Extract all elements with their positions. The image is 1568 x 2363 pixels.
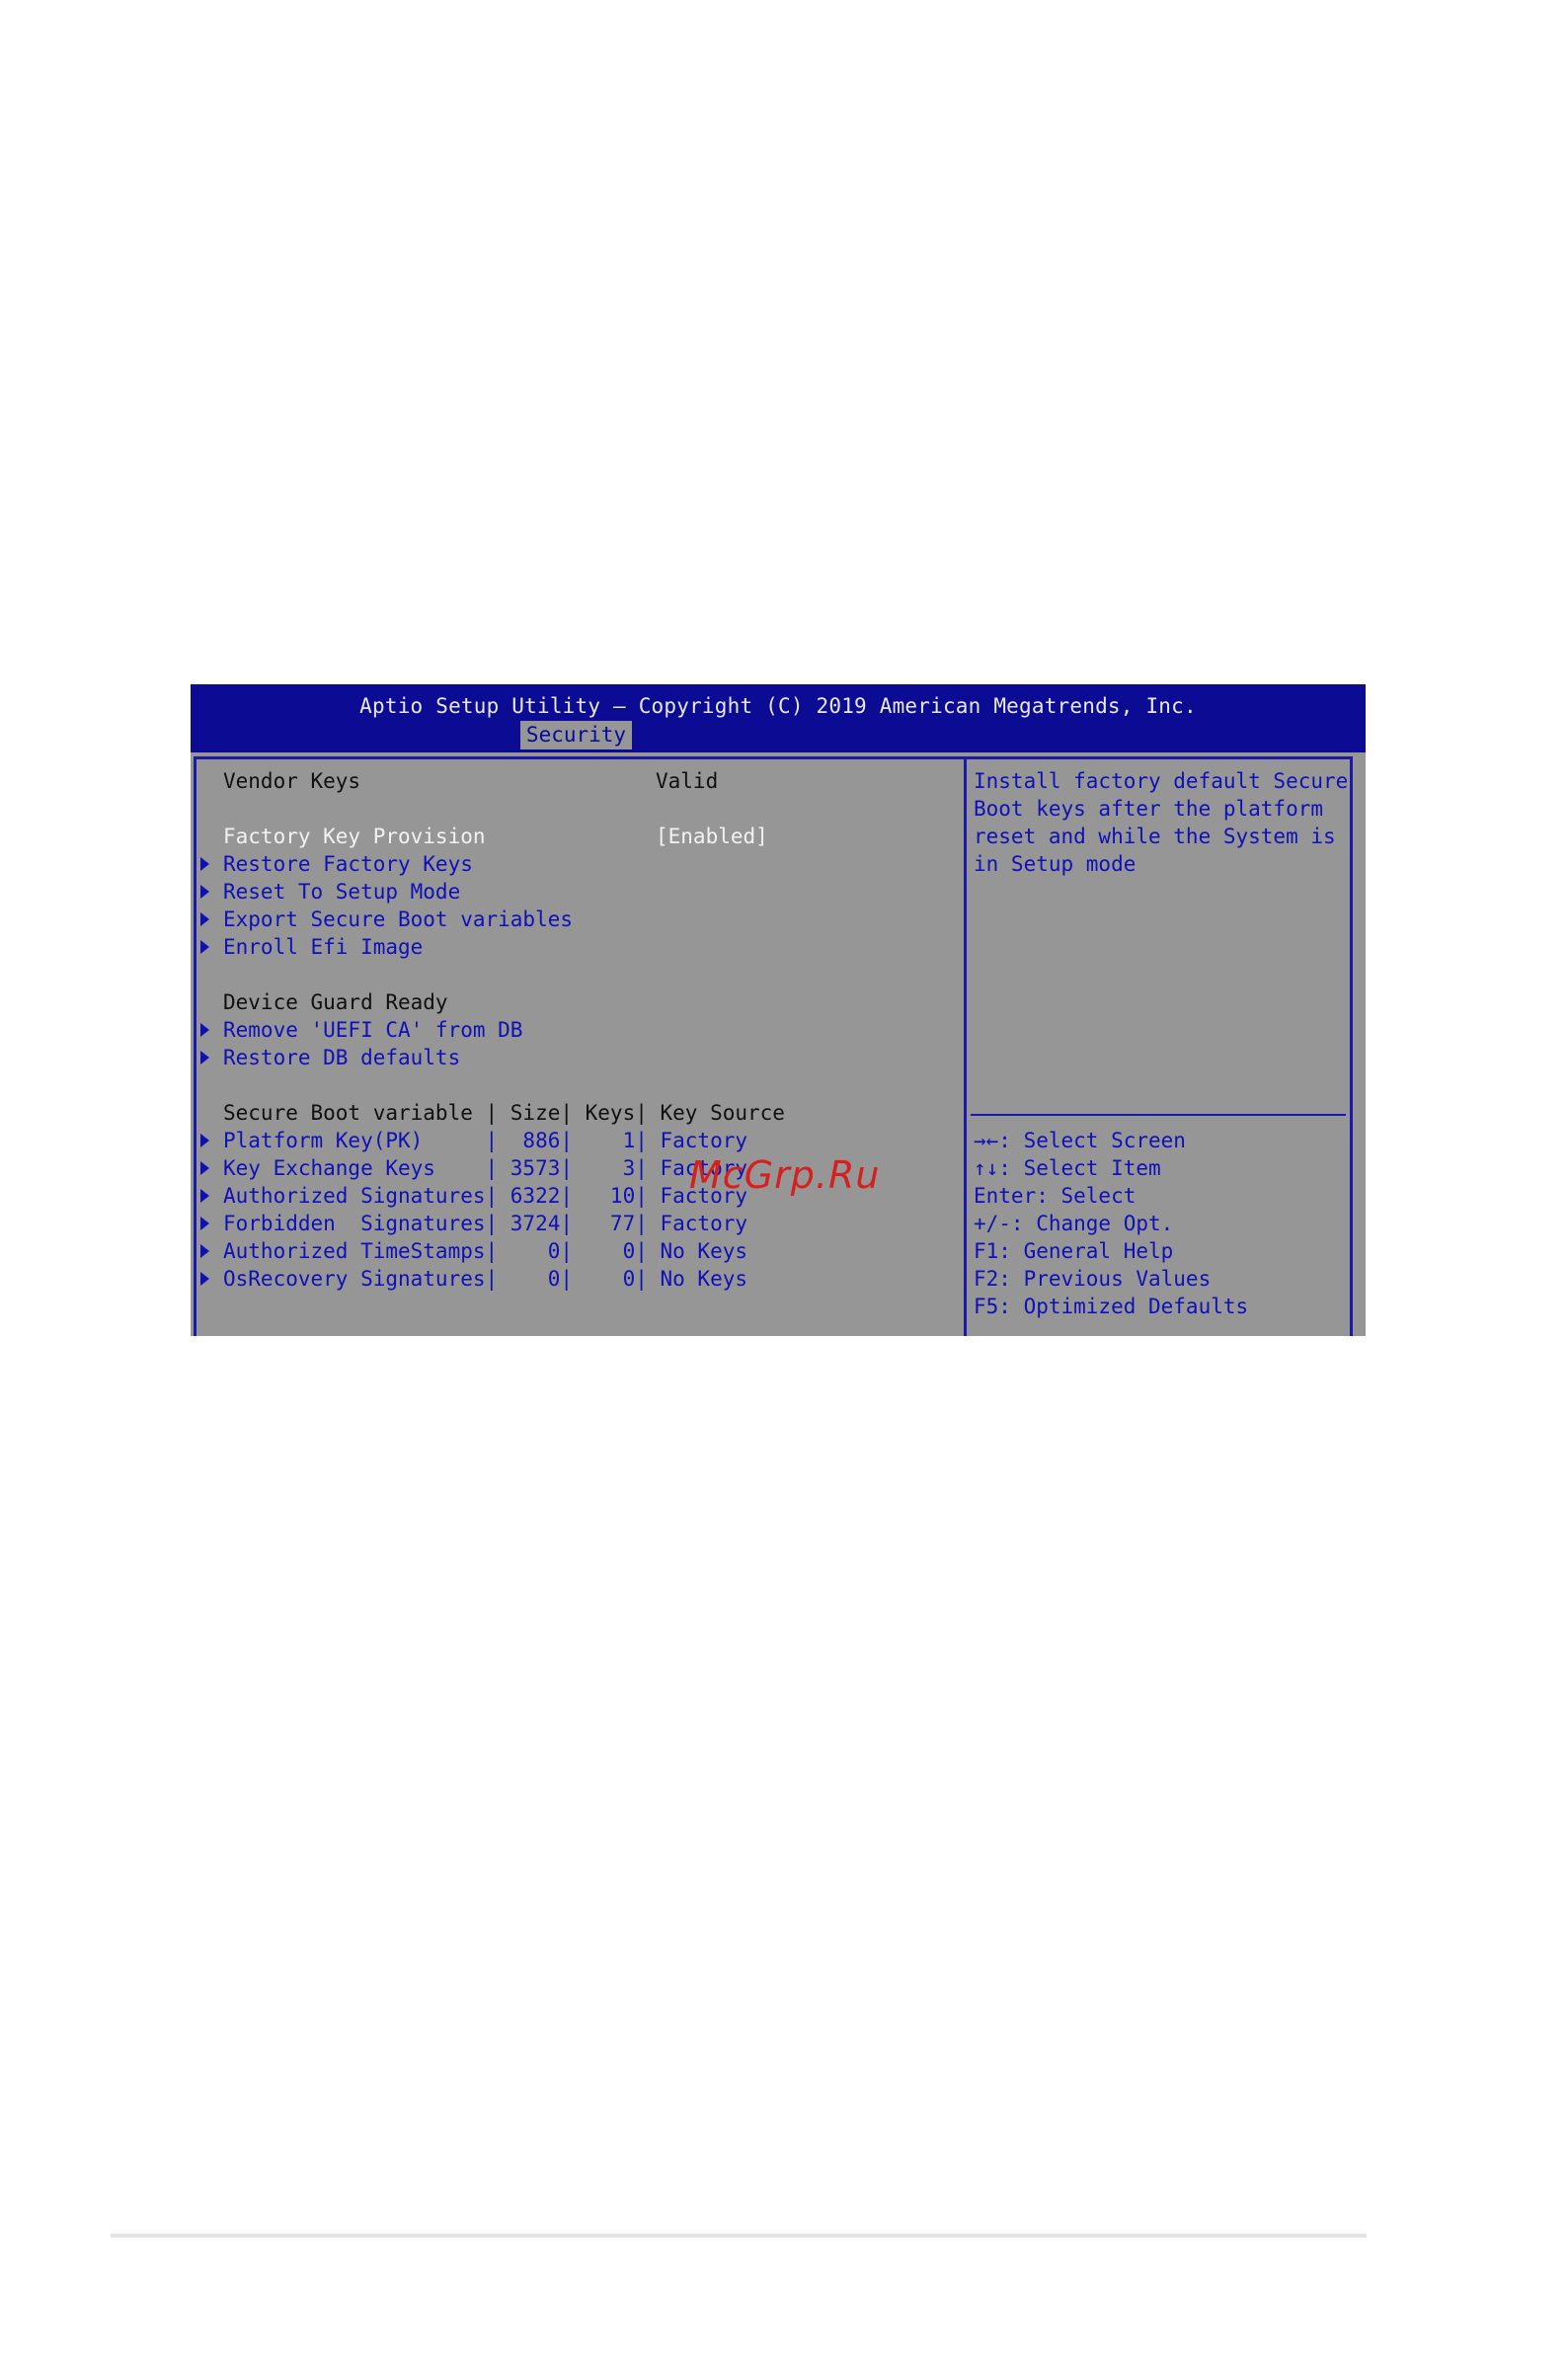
- restore-factory-keys-item[interactable]: Restore Factory Keys: [223, 850, 473, 878]
- frame-left-border: [194, 756, 196, 1336]
- submenu-arrow-icon: [200, 1051, 209, 1064]
- submenu-arrow-icon: [200, 1134, 209, 1147]
- watermark-logo: McGrp.Ru: [689, 1153, 881, 1197]
- help-description-line: Boot keys after the platform: [974, 797, 1324, 821]
- tab-security[interactable]: Security: [520, 721, 632, 749]
- submenu-arrow-icon: [200, 1272, 209, 1286]
- key-help-previous-values: F2: Previous Values: [974, 1267, 1212, 1291]
- help-description-line: in Setup mode: [974, 852, 1137, 876]
- key-help-select-item: ↑↓: Select Item: [974, 1156, 1161, 1180]
- key-help-select-screen: →←: Select Screen: [974, 1129, 1186, 1152]
- key-help-enter: Enter: Select: [974, 1184, 1137, 1208]
- submenu-arrow-icon: [200, 1189, 209, 1203]
- export-secure-boot-variables-item[interactable]: Export Secure Boot variables: [223, 906, 573, 933]
- secure-boot-table-header: Secure Boot variable | Size| Keys| Key S…: [223, 1101, 785, 1125]
- key-help-change-opt: +/-: Change Opt.: [974, 1212, 1174, 1235]
- reset-to-setup-mode-item[interactable]: Reset To Setup Mode: [223, 878, 460, 906]
- frame-right-border: [1350, 756, 1353, 1336]
- submenu-arrow-icon: [200, 1161, 209, 1175]
- table-row-forbidden-signatures[interactable]: Forbidden Signatures| 3724| 77| Factory: [223, 1210, 747, 1237]
- table-row-osrecovery-signatures[interactable]: OsRecovery Signatures| 0| 0| No Keys: [223, 1265, 747, 1293]
- frame-divider: [964, 756, 967, 1336]
- footer-divider: [111, 2234, 1367, 2238]
- vendor-keys-label: Vendor Keys: [223, 769, 361, 793]
- submenu-arrow-icon: [200, 1023, 209, 1037]
- restore-db-defaults-item[interactable]: Restore DB defaults: [223, 1044, 460, 1071]
- submenu-arrow-icon: [200, 857, 209, 871]
- submenu-arrow-icon: [200, 885, 209, 899]
- table-row-platform-key[interactable]: Platform Key(PK) | 886| 1| Factory: [223, 1127, 747, 1154]
- factory-key-provision-label[interactable]: Factory Key Provision: [223, 823, 486, 850]
- frame-top-border: [194, 756, 1353, 759]
- table-row-authorized-timestamps[interactable]: Authorized TimeStamps| 0| 0| No Keys: [223, 1237, 747, 1265]
- submenu-arrow-icon: [200, 1244, 209, 1258]
- enroll-efi-image-item[interactable]: Enroll Efi Image: [223, 933, 423, 961]
- help-description-line: reset and while the System is: [974, 825, 1336, 848]
- help-description-line: Install factory default Secure: [974, 769, 1349, 793]
- remove-uefi-ca-item[interactable]: Remove 'UEFI CA' from DB: [223, 1016, 522, 1044]
- title-text: Aptio Setup Utility – Copyright (C) 2019…: [359, 694, 1197, 718]
- table-row-key-exchange-keys[interactable]: Key Exchange Keys | 3573| 3| Factory: [223, 1154, 747, 1182]
- submenu-arrow-icon: [200, 1217, 209, 1230]
- factory-key-provision-value[interactable]: [Enabled]: [656, 823, 768, 850]
- key-help-optimized-defaults: F5: Optimized Defaults: [974, 1295, 1249, 1318]
- title-bar: Aptio Setup Utility – Copyright (C) 2019…: [191, 684, 1366, 752]
- submenu-arrow-icon: [200, 940, 209, 954]
- submenu-arrow-icon: [200, 912, 209, 926]
- device-guard-ready-heading: Device Guard Ready: [223, 990, 448, 1014]
- help-separator: [971, 1114, 1346, 1116]
- key-help-general-help: F1: General Help: [974, 1239, 1174, 1263]
- vendor-keys-value: Valid: [656, 769, 719, 793]
- table-row-authorized-signatures[interactable]: Authorized Signatures| 6322| 10| Factory: [223, 1182, 747, 1210]
- bios-screen: Aptio Setup Utility – Copyright (C) 2019…: [191, 684, 1366, 1336]
